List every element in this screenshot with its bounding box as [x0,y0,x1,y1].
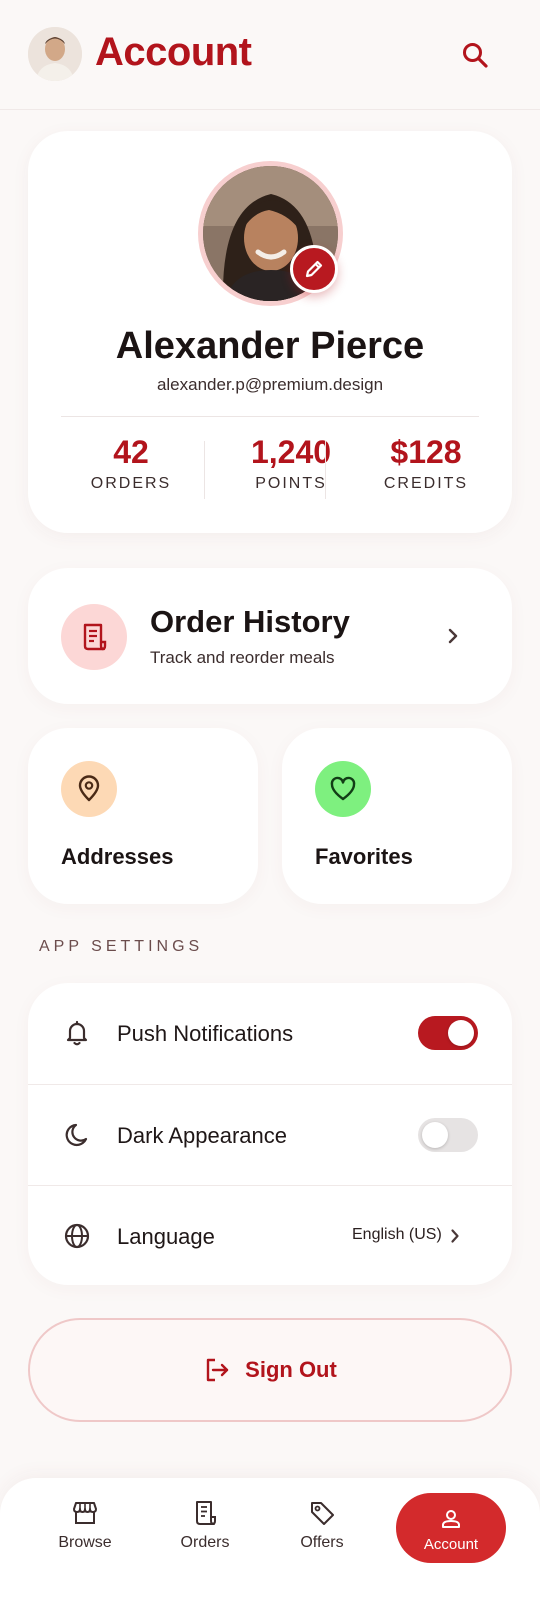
nav-browse[interactable]: Browse [35,1494,135,1566]
tag-icon [307,1498,337,1528]
stat-divider [204,441,205,499]
sign-out-label: Sign Out [245,1357,337,1382]
nav-label: Account [423,1535,479,1553]
moon-icon [61,1119,93,1151]
profile-stats: 42 ORDERS 1,240 POINTS $128 CREDITS [61,431,479,501]
pencil-icon [305,260,323,278]
location-pin-icon [78,775,100,802]
chevron-right-icon [448,1226,462,1246]
logout-icon [206,1358,229,1382]
app-header: Account [0,0,540,110]
bell-icon [61,1017,93,1049]
search-button[interactable] [458,38,492,72]
order-history-card[interactable]: Order History Track and reorder meals [28,568,512,704]
receipt-icon [83,623,107,651]
nav-label: Browse [58,1534,112,1551]
stat-points: 1,240 POINTS [216,431,366,493]
stat-label: ORDERS [90,475,172,492]
edit-profile-button[interactable] [290,245,338,293]
toggle-knob [448,1020,474,1046]
addresses-tile[interactable]: Addresses [28,728,258,904]
stat-orders: 42 ORDERS [61,431,201,493]
order-history-title: Order History [150,604,350,639]
nav-orders[interactable]: Orders [155,1494,255,1566]
stat-value: 1,240 [250,434,332,470]
order-history-subtitle: Track and reorder meals [150,648,335,667]
storefront-icon [70,1498,100,1528]
settings-card: Push Notifications Dark Appearance Langu… [28,983,512,1285]
stat-label: POINTS [255,475,327,492]
favorites-label: Favorites [315,844,413,869]
avatar-photo [28,27,82,81]
receipt-icon [190,1498,220,1528]
stat-value: 42 [113,434,149,470]
addresses-label: Addresses [61,844,174,869]
profile-card: Alexander Pierce alexander.p@premium.des… [28,131,512,533]
order-history-icon-wrap [61,604,127,670]
setting-push-notifications[interactable]: Push Notifications [28,983,512,1084]
user-avatar[interactable] [28,27,82,81]
addresses-icon-wrap [61,761,117,817]
setting-label: Push Notifications [117,1021,294,1046]
setting-language[interactable]: Language English (US) [28,1185,512,1285]
profile-email: alexander.p@premium.design [156,375,384,394]
nav-offers[interactable]: Offers [272,1494,372,1566]
nav-label: Orders [180,1534,230,1551]
chevron-right-icon [442,624,464,648]
person-icon [436,1504,466,1534]
sign-out-button[interactable]: Sign Out [28,1318,512,1422]
setting-label: Dark Appearance [117,1123,287,1148]
toggle-knob [422,1122,448,1148]
favorites-tile[interactable]: Favorites [282,728,512,904]
setting-label: Language [117,1224,215,1249]
nav-label: Offers [300,1534,344,1551]
stat-label: CREDITS [383,475,469,492]
bottom-navigation: Browse Orders Offers Account [0,1478,540,1600]
heart-icon [330,776,356,801]
profile-name: Alexander Pierce [115,325,425,367]
stat-value: $128 [390,434,462,470]
nav-account[interactable]: Account [396,1493,506,1563]
push-notifications-toggle[interactable] [418,1016,478,1050]
page-title: Account [95,30,252,74]
search-icon [463,43,488,68]
section-label-app-settings: APP SETTINGS [39,938,204,955]
favorites-icon-wrap [315,761,371,817]
divider [61,416,479,417]
setting-dark-appearance[interactable]: Dark Appearance [28,1084,512,1185]
language-value: English (US) [352,1226,442,1243]
stat-divider [325,441,326,499]
globe-icon [61,1220,93,1252]
dark-appearance-toggle[interactable] [418,1118,478,1152]
stat-credits: $128 CREDITS [351,431,501,493]
